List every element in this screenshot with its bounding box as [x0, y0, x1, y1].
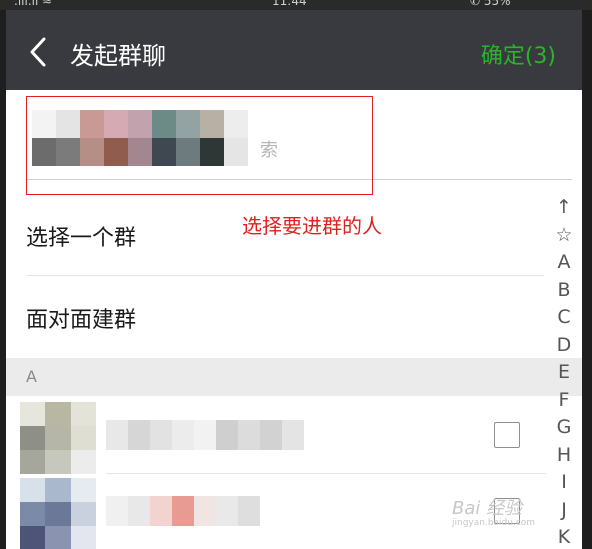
menu-item-label: 选择一个群 [26, 226, 137, 251]
index-letter[interactable]: G [550, 414, 578, 442]
index-letter[interactable]: E [550, 359, 578, 387]
watermark-text: Bai 经验 [452, 498, 523, 519]
index-letter[interactable]: J [550, 497, 578, 525]
title-bar: 发起群聊 确定(3) [6, 10, 582, 90]
menu-item-select-group[interactable]: 选择一个群 [26, 194, 544, 276]
index-letter[interactable]: C [550, 304, 578, 332]
contact-name-blurred [106, 420, 304, 450]
status-time: 11:44 [272, 0, 307, 8]
select-checkbox[interactable] [494, 422, 520, 448]
status-bar: .ııı.ıı ≈ 11:44 ✆ 55% [0, 0, 592, 10]
index-letter[interactable]: B [550, 277, 578, 305]
alphabet-index[interactable]: ↑ ☆ A B C D E F G H I J K [550, 194, 578, 549]
index-letter[interactable]: F [550, 387, 578, 415]
menu-item-face-to-face[interactable]: 面对面建群 [26, 276, 544, 358]
confirm-button[interactable]: 确定(3) [481, 38, 556, 70]
back-button[interactable] [24, 34, 54, 70]
contact-name-blurred [106, 496, 260, 526]
index-letter[interactable]: K [550, 524, 578, 549]
watermark: Bai 经验 jingyan.baidu.com [452, 494, 535, 528]
index-letter[interactable]: ↑ [550, 194, 578, 222]
avatar [20, 402, 96, 474]
battery-indicator: ✆ 55% [470, 0, 511, 8]
section-header: A [6, 358, 582, 396]
index-letter[interactable]: H [550, 442, 578, 470]
menu-item-label: 面对面建群 [26, 308, 137, 333]
page-title: 发起群聊 [70, 42, 166, 70]
index-letter[interactable]: D [550, 332, 578, 360]
signal-indicator: .ııı.ıı ≈ [14, 0, 53, 8]
index-letter[interactable]: I [550, 469, 578, 497]
section-letter: A [26, 367, 37, 386]
contact-row[interactable] [6, 398, 546, 474]
chevron-left-icon [30, 37, 46, 67]
index-letter[interactable]: ☆ [550, 222, 578, 250]
app-screen: 发起群聊 确定(3) 索 选择要进群的人 选择一个群 面对面建群 A ↑ ☆ A… [6, 10, 582, 549]
avatar [20, 478, 96, 549]
watermark-url: jingyan.baidu.com [452, 518, 536, 528]
highlight-box [26, 96, 373, 195]
index-letter[interactable]: A [550, 249, 578, 277]
